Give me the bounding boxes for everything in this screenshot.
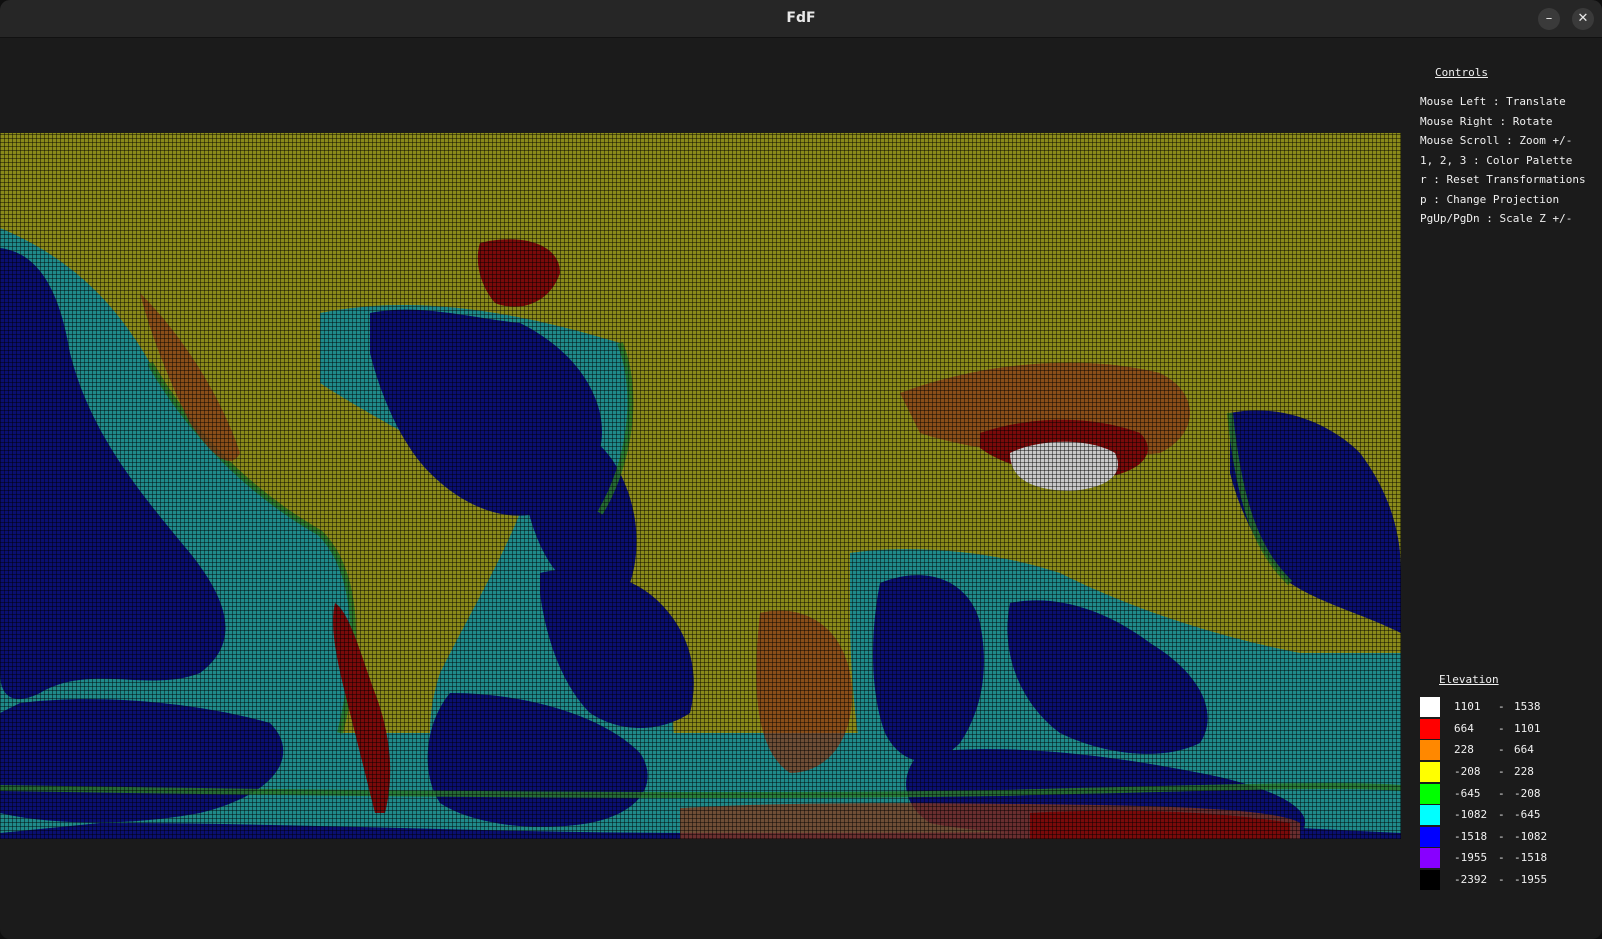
legend-row: 1101 - 1538 — [1420, 697, 1600, 717]
minimize-button[interactable]: – — [1538, 8, 1560, 30]
legend-low: 1101 — [1454, 700, 1481, 713]
legend-row: 664 - 1101 — [1420, 719, 1600, 739]
render-canvas[interactable] — [0, 38, 1401, 939]
legend-high: -645 — [1514, 808, 1541, 821]
legend-high: 1538 — [1514, 700, 1541, 713]
legend-row: -1955 - -1518 — [1420, 848, 1600, 868]
legend-high: 1101 — [1514, 722, 1541, 735]
legend-low: 664 — [1454, 722, 1474, 735]
legend-swatch — [1420, 784, 1440, 804]
control-mouse-right: Mouse Right : Rotate — [1420, 115, 1553, 128]
legend-high: 664 — [1514, 743, 1534, 756]
legend-low: -1955 — [1454, 851, 1488, 864]
legend-separator: - — [1498, 722, 1505, 735]
legend-separator: - — [1498, 787, 1505, 800]
legend-separator: - — [1498, 851, 1505, 864]
control-palette: 1, 2, 3 : Color Palette — [1420, 154, 1573, 167]
legend-low: 228 — [1454, 743, 1474, 756]
legend-swatch — [1420, 697, 1440, 717]
window-title: FdF — [786, 10, 816, 26]
control-reset: r : Reset Transformations — [1420, 173, 1586, 186]
legend-row: 228 - 664 — [1420, 740, 1600, 760]
legend-row: -208 - 228 — [1420, 762, 1600, 782]
legend-high: -1518 — [1514, 851, 1548, 864]
legend-swatch — [1420, 848, 1440, 868]
controls-title: Controls — [1435, 66, 1488, 79]
legend-low: -1082 — [1454, 808, 1488, 821]
legend-separator: - — [1498, 700, 1505, 713]
side-panel: Controls Mouse Left : Translate Mouse Ri… — [1400, 38, 1602, 939]
elevation-wireframe-map[interactable] — [0, 133, 1401, 839]
legend-row: -1518 - -1082 — [1420, 827, 1600, 847]
legend-separator: - — [1498, 743, 1505, 756]
elevation-legend-title: Elevation — [1439, 673, 1499, 686]
legend-low: -645 — [1454, 787, 1481, 800]
legend-low: -208 — [1454, 765, 1481, 778]
legend-high: -208 — [1514, 787, 1541, 800]
legend-high: 228 — [1514, 765, 1534, 778]
legend-swatch — [1420, 827, 1440, 847]
legend-row: -645 - -208 — [1420, 784, 1600, 804]
legend-swatch — [1420, 719, 1440, 739]
legend-separator: - — [1498, 808, 1505, 821]
legend-swatch — [1420, 870, 1440, 890]
legend-high: -1955 — [1514, 873, 1548, 886]
control-mouse-scroll: Mouse Scroll : Zoom +/- — [1420, 134, 1573, 147]
legend-separator: - — [1498, 765, 1505, 778]
legend-separator: - — [1498, 873, 1505, 886]
legend-low: -1518 — [1454, 830, 1488, 843]
control-projection: p : Change Projection — [1420, 193, 1560, 206]
legend-row: -1082 - -645 — [1420, 805, 1600, 825]
legend-swatch — [1420, 740, 1440, 760]
close-button[interactable]: ✕ — [1572, 8, 1594, 30]
control-mouse-left: Mouse Left : Translate — [1420, 95, 1566, 108]
legend-row: -2392 - -1955 — [1420, 870, 1600, 890]
legend-high: -1082 — [1514, 830, 1548, 843]
control-scale-z: PgUp/PgDn : Scale Z +/- — [1420, 212, 1573, 225]
legend-separator: - — [1498, 830, 1505, 843]
legend-swatch — [1420, 805, 1440, 825]
legend-swatch — [1420, 762, 1440, 782]
fdf-window: FdF – ✕ Controls Mouse Left: Translate … — [0, 0, 1602, 939]
legend-low: -2392 — [1454, 873, 1488, 886]
map-render — [0, 133, 1401, 839]
title-bar[interactable]: FdF – ✕ — [0, 0, 1602, 38]
